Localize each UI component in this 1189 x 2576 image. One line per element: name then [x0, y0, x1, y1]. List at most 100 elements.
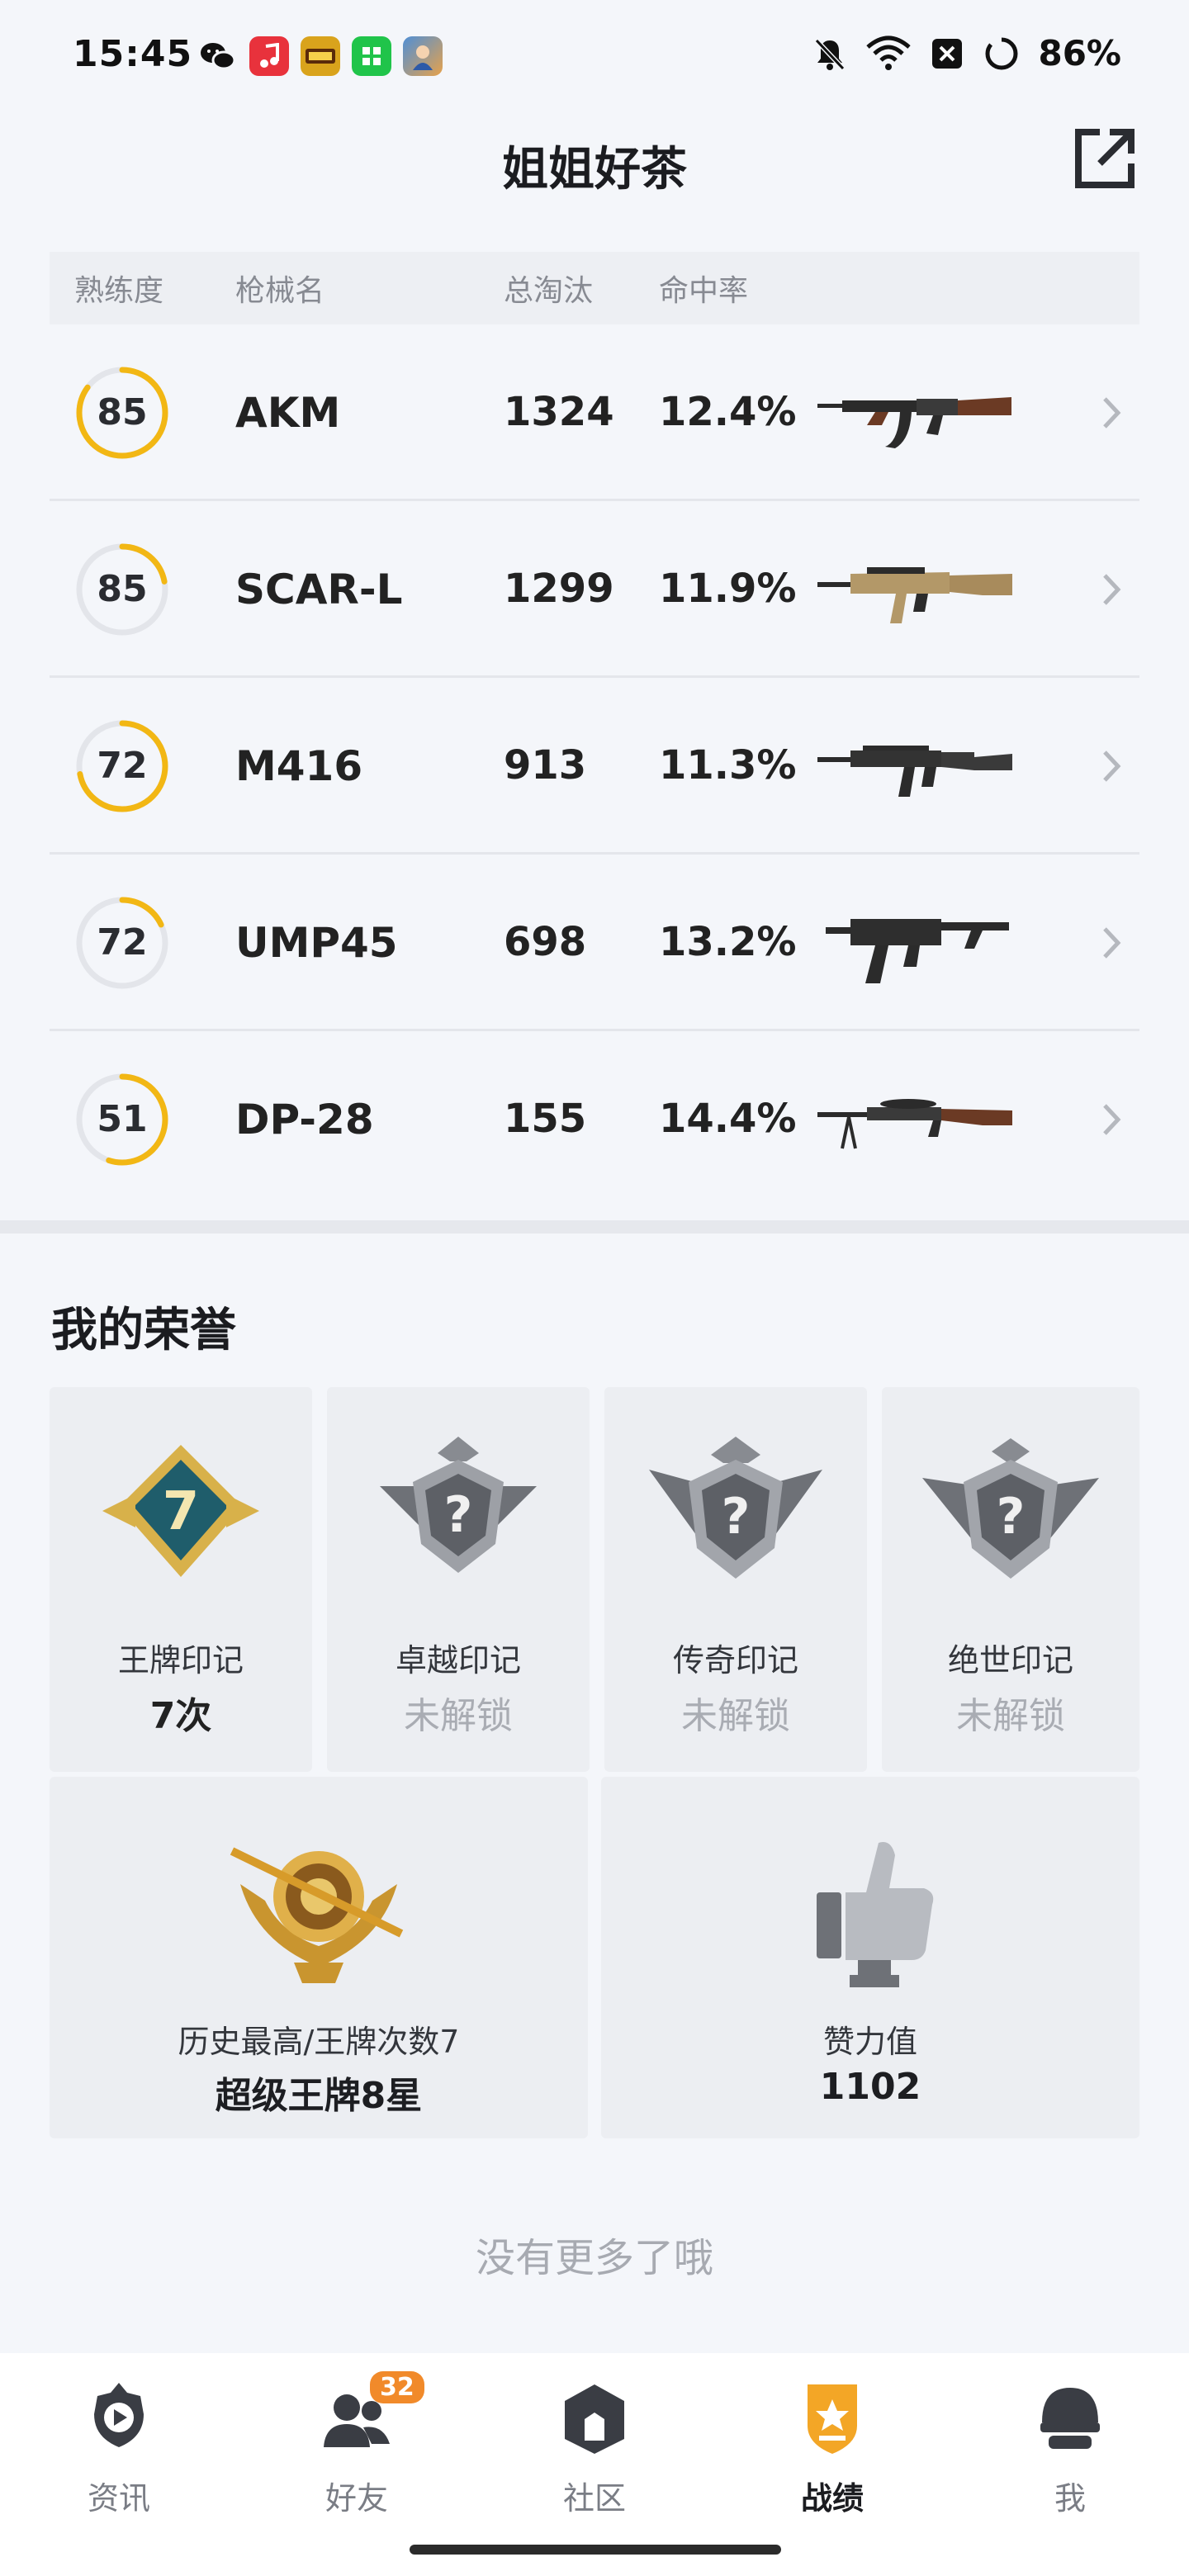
col-proficiency: 熟练度 — [74, 274, 164, 308]
wifi-icon — [866, 36, 912, 70]
nav-label: 社区 — [562, 2480, 626, 2517]
share-button[interactable] — [1070, 124, 1139, 193]
nav-item-news[interactable]: 资讯 — [36, 2378, 201, 2543]
super-ace-rank-icon — [230, 1847, 404, 1983]
legend-mark-badge-icon: ? — [649, 1437, 822, 1579]
mute-bell-icon — [815, 38, 846, 70]
honor-label: 卓越印记 — [395, 1642, 521, 1679]
likes-label: 赞力值 — [822, 2024, 917, 2060]
honor-value: 未解锁 — [681, 1695, 790, 1737]
profile-icon — [1040, 2388, 1100, 2449]
likes-card[interactable]: 赞力值 1102 — [601, 1777, 1139, 2138]
kills-value: 913 — [504, 742, 587, 788]
bottom-nav: 资讯 32 好友 社区 战绩 我 — [0, 2353, 1189, 2576]
thumbs-up-trophy-icon — [817, 1842, 934, 1987]
gun-name: UMP45 — [235, 919, 398, 967]
nav-label: 好友 — [324, 2480, 388, 2517]
ace-mark-badge-icon: 7 — [102, 1445, 259, 1577]
honor-label: 王牌印记 — [117, 1642, 244, 1679]
hit-rate-value: 14.4% — [659, 1096, 797, 1142]
wechat-icon — [198, 36, 238, 76]
honor-value: 未解锁 — [956, 1695, 1065, 1737]
community-icon — [565, 2384, 624, 2454]
hit-rate-value: 11.3% — [659, 742, 797, 788]
chevron-right-icon — [1103, 574, 1121, 605]
nav-item-friends[interactable]: 32 好友 — [274, 2371, 439, 2543]
gun-name: SCAR-L — [235, 566, 403, 613]
honor-value: 7次 — [149, 1695, 212, 1737]
chevron-right-icon — [1103, 751, 1121, 782]
legend-badge-symbol: ? — [722, 1488, 751, 1546]
kills-value: 1299 — [504, 566, 614, 612]
home-indicator[interactable] — [410, 2545, 781, 2555]
honor-label: 绝世印记 — [947, 1642, 1073, 1679]
table-row[interactable]: 72 M416 913 11.3% — [50, 678, 1139, 855]
news-icon — [94, 2383, 144, 2447]
proficiency-value: 85 — [97, 391, 148, 433]
status-time: 15:45 — [73, 33, 193, 75]
gun-name: DP-28 — [235, 1096, 374, 1144]
highest-rank-card[interactable]: 历史最高/王牌次数7 超级王牌8星 — [50, 1777, 588, 2138]
game-app-icon — [301, 36, 340, 76]
nav-label: 我 — [1054, 2480, 1086, 2517]
excellence-badge-symbol: ? — [444, 1486, 473, 1544]
highest-rank-value: 超级王牌8星 — [215, 2075, 423, 2117]
share-icon — [1075, 129, 1135, 188]
status-right: 86% — [812, 33, 1121, 73]
table-row[interactable]: 85 SCAR-L 1299 11.9% — [50, 501, 1139, 678]
section-divider — [0, 1220, 1189, 1234]
kills-value: 698 — [504, 919, 587, 965]
record-icon — [808, 2384, 857, 2454]
dp-28-lmg-icon — [817, 1099, 1012, 1149]
no-more-text: 没有更多了哦 — [475, 2235, 713, 2281]
table-row[interactable]: 85 AKM 1324 12.4% — [50, 324, 1139, 501]
ump45-smg-icon — [826, 919, 1009, 983]
status-bar: 15:45 86% — [0, 0, 1189, 107]
peerless-badge-symbol: ? — [997, 1488, 1026, 1546]
m416-rifle-icon — [817, 746, 1012, 797]
likes-value: 1102 — [819, 2066, 921, 2108]
honor-label: 传奇印记 — [672, 1642, 798, 1679]
nav-item-community[interactable]: 社区 — [512, 2378, 677, 2543]
proficiency-value: 51 — [97, 1098, 148, 1140]
table-header: 熟练度 枪械名 总淘汰 命中率 — [50, 252, 1139, 324]
excellence-mark-badge-icon: ? — [380, 1437, 537, 1573]
honor-card-excellence[interactable]: ? 卓越印记 未解锁 — [327, 1387, 590, 1772]
no-sim-icon — [932, 38, 963, 69]
col-gun-name: 枪械名 — [235, 274, 325, 308]
kills-value: 1324 — [504, 389, 614, 435]
hit-rate-value: 12.4% — [659, 389, 797, 435]
music-app-icon — [249, 36, 289, 76]
weapon-table: 熟练度 枪械名 总淘汰 命中率 85 AKM 1324 12.4% 85 SCA… — [50, 252, 1139, 1208]
game-avatar-icon — [403, 36, 443, 76]
ace-badge-number: 7 — [163, 1481, 200, 1542]
honor-card-legend[interactable]: ? 传奇印记 未解锁 — [604, 1387, 867, 1772]
chevron-right-icon — [1103, 1104, 1121, 1135]
table-row[interactable]: 72 UMP45 698 13.2% — [50, 855, 1139, 1031]
notification-icons — [198, 36, 443, 76]
proficiency-value: 72 — [97, 921, 148, 964]
col-kills: 总淘汰 — [504, 274, 594, 308]
nav-item-profile[interactable]: 我 — [988, 2378, 1153, 2543]
honors-title: 我的荣誉 — [51, 1304, 236, 1357]
honor-card-peerless[interactable]: ? 绝世印记 未解锁 — [882, 1387, 1139, 1772]
gun-name: M416 — [235, 742, 363, 790]
col-hit-rate: 命中率 — [659, 274, 749, 308]
chevron-right-icon — [1103, 397, 1121, 429]
proficiency-value: 72 — [97, 745, 148, 787]
battery-ring-icon — [985, 37, 1018, 69]
proficiency-value: 85 — [97, 568, 148, 610]
akm-rifle-icon — [817, 397, 1011, 448]
gun-name: AKM — [235, 389, 341, 437]
friends-count-badge: 32 — [370, 2371, 424, 2403]
hit-rate-value: 13.2% — [659, 919, 797, 965]
scar-l-rifle-icon — [817, 567, 1012, 623]
honor-card-ace[interactable]: 7 王牌印记 7次 — [50, 1387, 312, 1772]
hit-rate-value: 11.9% — [659, 566, 797, 612]
nav-label: 资讯 — [87, 2480, 150, 2517]
green-app-icon — [352, 36, 391, 76]
nav-item-record[interactable]: 战绩 — [750, 2378, 915, 2543]
nav-label: 战绩 — [800, 2480, 864, 2517]
table-row[interactable]: 51 DP-28 155 14.4% — [50, 1031, 1139, 1208]
kills-value: 155 — [504, 1096, 587, 1142]
